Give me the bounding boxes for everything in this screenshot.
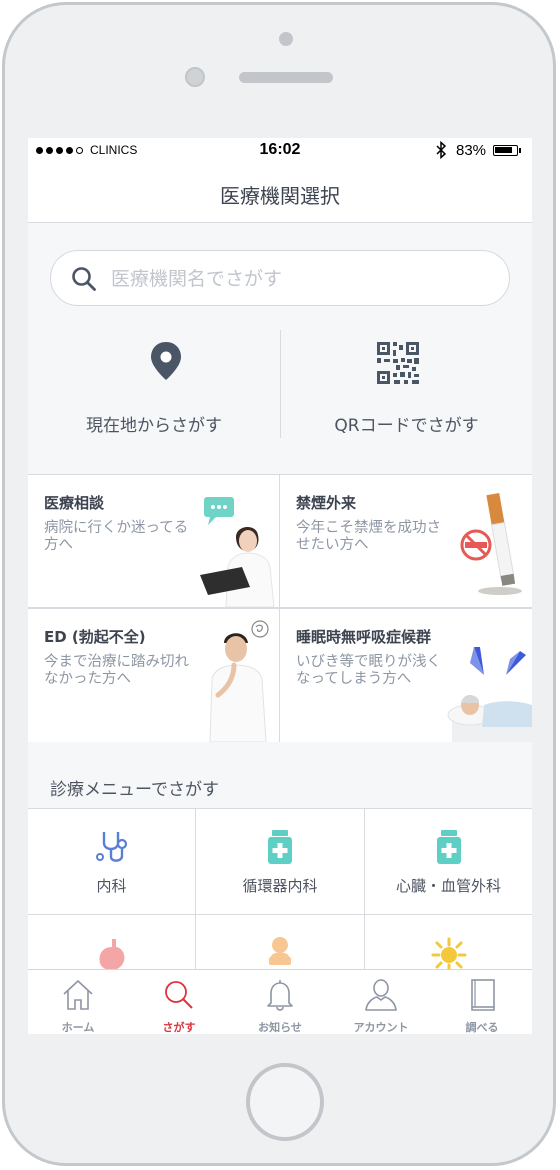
tab-notifications[interactable]: お知らせ: [230, 970, 330, 1034]
tab-home[interactable]: ホーム: [28, 970, 128, 1034]
earpiece-speaker: [239, 72, 333, 83]
tab-label: ホーム: [61, 1021, 95, 1034]
qr-code-label: QRコードでさがす: [334, 416, 479, 436]
menu-item-cardiology[interactable]: 循環器内科: [196, 809, 364, 914]
medicine-bottle-icon: [436, 830, 461, 864]
tab-search[interactable]: さがす: [129, 970, 229, 1034]
home-icon: [63, 979, 93, 1010]
cigarette-illustration: [460, 492, 522, 595]
current-location-button[interactable]: 現在地からさがす: [28, 328, 280, 438]
search-icon: [165, 981, 193, 1009]
tab-account[interactable]: アカウント: [331, 970, 431, 1034]
card-medical-consultation[interactable]: 医療相談 病院に行くか迷ってる方へ: [28, 475, 279, 607]
man-thinking-illustration: [209, 620, 269, 742]
menu-item-label: 循環器内科: [242, 877, 318, 895]
search-input[interactable]: [109, 263, 493, 295]
card-title: 医療相談: [44, 494, 105, 512]
tab-label: アカウント: [353, 1021, 409, 1034]
medicine-bottle-icon: [268, 830, 292, 864]
card-description: いびき等で眠りが浅くなってしまう方へ: [296, 654, 441, 687]
card-title: 睡眠時無呼吸症候群: [296, 628, 432, 646]
app-screen: CLINICS 16:02 83% 医療機関選択 現在地からさがす: [28, 138, 532, 1034]
card-description: 今まで治療に踏み切れなかった方へ: [44, 654, 189, 687]
search-icon: [71, 266, 97, 296]
qr-code-button[interactable]: QRコードでさがす: [281, 328, 532, 438]
featured-cards: 医療相談 病院に行くか迷ってる方へ 禁煙外来 今年こそ禁煙を成功させたい方へ E…: [28, 474, 532, 742]
status-bar: CLINICS 16:02 83%: [28, 138, 532, 164]
tab-label: さがす: [162, 1021, 196, 1034]
map-pin-icon: [149, 341, 183, 385]
tab-label: お知らせ: [258, 1021, 302, 1034]
tab-research[interactable]: 調べる: [432, 970, 532, 1034]
card-title: ED (勃起不全): [44, 628, 146, 646]
menu-item-cardiovascular-surgery[interactable]: 心臓・血管外科: [365, 809, 532, 914]
section-title: 診療メニューでさがす: [50, 780, 219, 800]
card-sleep-apnea[interactable]: 睡眠時無呼吸症候群 いびき等で眠りが浅くなってしまう方へ: [280, 609, 532, 742]
stethoscope-icon: [95, 832, 127, 862]
tab-bar: ホーム さがす お知らせ アカウント 調べる: [28, 969, 532, 1034]
card-title: 禁煙外来: [296, 494, 357, 512]
proximity-sensor: [185, 67, 205, 87]
qr-code-icon: [376, 341, 420, 389]
book-icon: [471, 979, 495, 1011]
user-icon: [365, 979, 397, 1011]
battery-percent: 83%: [456, 142, 487, 159]
nurse-illustration: [200, 497, 275, 607]
home-button[interactable]: [246, 1063, 324, 1141]
card-erectile-dysfunction[interactable]: ED (勃起不全) 今まで治療に踏み切れなかった方へ: [28, 609, 279, 742]
menu-item-label: 心臓・血管外科: [395, 877, 501, 895]
tab-label: 調べる: [465, 1021, 499, 1034]
search-bar[interactable]: [50, 250, 510, 306]
sleeping-person-illustration: [447, 647, 532, 742]
bell-icon: [267, 980, 293, 1011]
card-description: 病院に行くか迷ってる方へ: [44, 520, 189, 553]
card-smoking-cessation[interactable]: 禁煙外来 今年こそ禁煙を成功させたい方へ: [280, 475, 532, 607]
page-title: 医療機関選択: [220, 184, 340, 208]
bluetooth-icon: [435, 140, 447, 163]
battery-icon: [493, 145, 521, 156]
current-location-label: 現在地からさがす: [86, 416, 222, 436]
menu-item-label: 内科: [96, 877, 127, 895]
front-camera: [279, 32, 293, 46]
menu-item-internal-medicine[interactable]: 内科: [28, 809, 195, 914]
navigation-bar: 医療機関選択: [28, 164, 532, 223]
card-description: 今年こそ禁煙を成功させたい方へ: [296, 520, 441, 553]
